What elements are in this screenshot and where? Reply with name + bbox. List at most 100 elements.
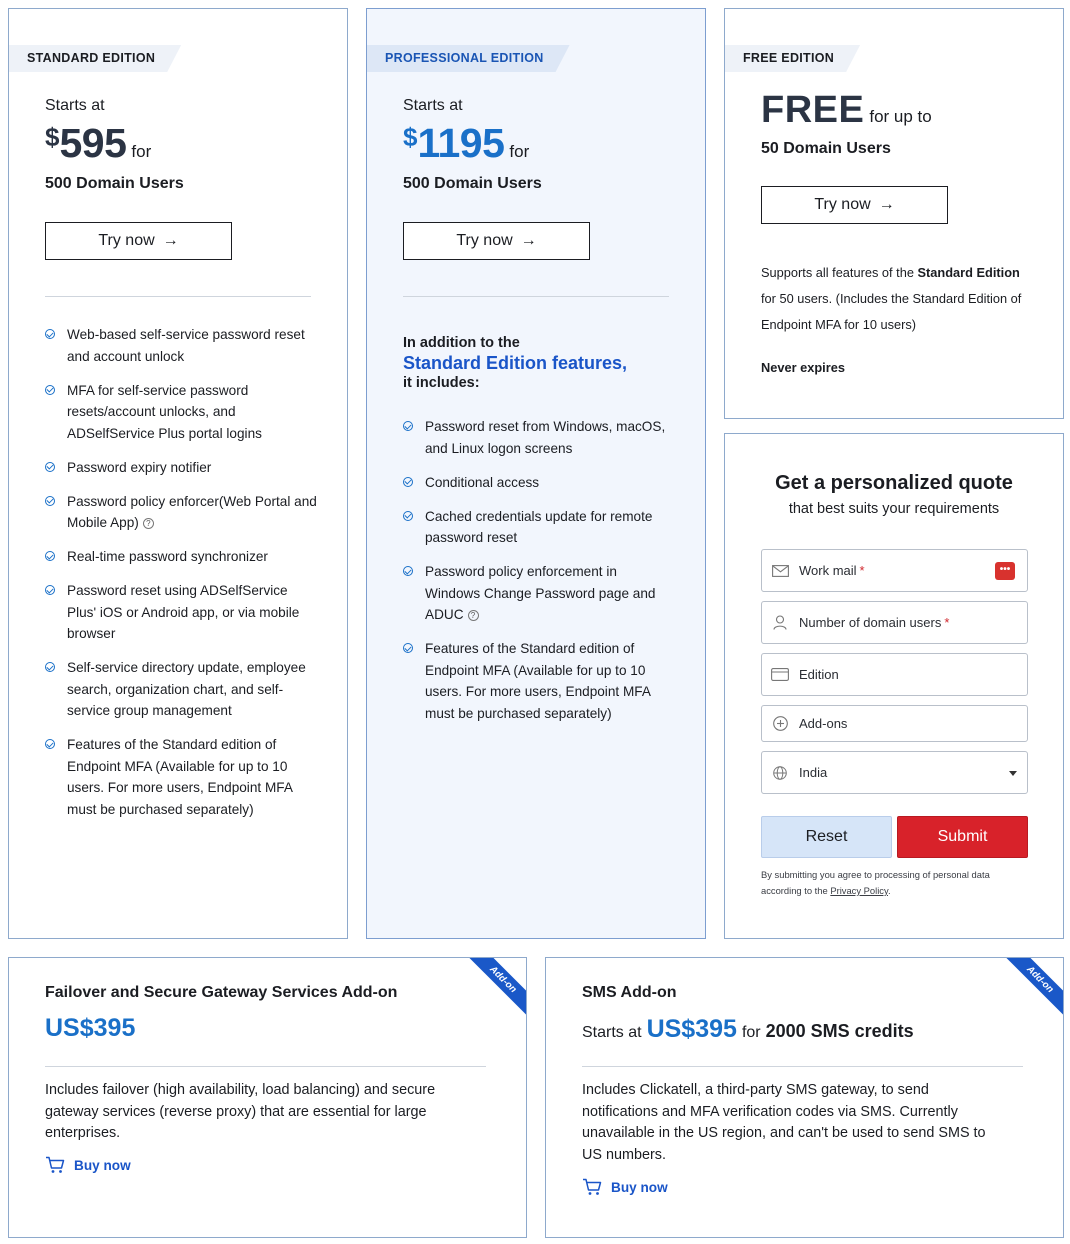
work-mail-field[interactable]: Work mail * ••• [761,549,1028,592]
edition-placeholder: Edition [799,667,839,682]
intro-line-3: it includes: [403,375,480,391]
intro-line-1: In addition to the [403,335,520,351]
price: $ 1195 for [403,120,529,167]
required-mark: * [944,615,950,630]
reset-button[interactable]: Reset [761,816,892,858]
domain-users-field[interactable]: Number of domain users * [761,601,1028,644]
feature-item: Password reset from Windows, macOS, and … [403,416,675,459]
check-circle-icon [403,643,413,653]
cart-icon [46,1156,65,1173]
feature-item: Features of the Standard edition of Endp… [45,734,317,820]
submit-button[interactable]: Submit [897,816,1028,858]
professional-edition-card: PROFESSIONAL EDITION Starts at $ 1195 fo… [366,8,706,939]
quote-form-card: Get a personalized quote that best suits… [724,433,1064,939]
quote-title: Get a personalized quote [775,472,1013,494]
feature-item: Real-time password synchronizer [45,546,317,568]
edition-ribbon: PROFESSIONAL EDITION [367,45,570,72]
check-circle-icon [45,739,55,749]
try-now-button[interactable]: Try now → [403,222,590,260]
help-icon[interactable]: ? [467,610,479,621]
domain-users-placeholder: Number of domain users [799,615,942,630]
addon-price: US$395 [45,1014,136,1042]
feature-item: Password expiry notifier [45,457,317,479]
work-mail-placeholder: Work mail [799,563,857,578]
check-circle-icon [45,662,55,672]
addon-title: Failover and Secure Gateway Services Add… [45,984,398,1001]
addon-price: US$395 [646,1015,737,1043]
feature-item: MFA for self-service password resets/acc… [45,380,317,445]
feature-list: Web-based self-service password reset an… [45,324,317,833]
quote-subtitle: that best suits your requirements [788,501,1000,517]
help-icon[interactable]: ? [142,518,154,529]
consent-text: By submitting you agree to processing of… [761,869,990,896]
try-now-button[interactable]: Try now → [761,186,948,224]
try-now-label: Try now [814,196,871,213]
starts-at-label: Starts at [45,97,105,114]
divider [45,1066,486,1067]
check-circle-icon [45,585,55,595]
standard-edition-card: STANDARD EDITION Starts at $ 595 for 500… [8,8,348,939]
edition-ribbon: STANDARD EDITION [9,45,181,72]
privacy-policy-link[interactable]: Privacy Policy [830,885,888,896]
feature-item: Password policy enforcement in Windows C… [403,561,675,626]
pro-intro: In addition to the Standard Edition feat… [403,335,627,391]
feature-item: Features of the Standard edition of Endp… [403,638,675,724]
country-select[interactable]: India [761,751,1028,794]
addons-select[interactable]: Add-ons [761,705,1028,742]
feature-item: Conditional access [403,472,675,494]
plus-circle-icon [770,714,790,734]
check-circle-icon [45,495,55,506]
sms-credits: 2000 SMS credits [765,1021,914,1041]
feature-item: Web-based self-service password reset an… [45,324,317,367]
buy-now-link[interactable]: Buy now [45,1156,131,1174]
check-circle-icon [45,551,55,561]
feature-item: Password policy enforcer(Web Portal and … [45,491,317,534]
cart-icon [583,1178,602,1195]
check-circle-icon [403,566,413,576]
addons-placeholder: Add-ons [799,716,848,731]
try-now-label: Try now [98,232,155,249]
password-manager-icon[interactable]: ••• [995,561,1015,580]
price-for: for [131,142,152,161]
price-amount: 1195 [417,120,505,166]
check-circle-icon [45,329,55,339]
user-icon [770,613,790,633]
required-mark: * [859,563,865,578]
addon-corner-label: Add-on [1005,958,1063,1016]
addon-description: Includes Clickatell, a third-party SMS g… [582,1082,986,1163]
edition-select[interactable]: Edition [761,653,1028,696]
feature-list: Password reset from Windows, macOS, and … [403,416,675,737]
buy-now-link[interactable]: Buy now [582,1178,668,1196]
divider [403,296,669,297]
domain-users: 500 Domain Users [403,175,542,192]
try-now-button[interactable]: Try now → [45,222,232,260]
check-circle-icon [45,461,55,472]
sms-addon-card: Add-on SMS Add-on Starts at US$395 for 2… [545,957,1064,1238]
country-value: India [799,765,828,780]
addon-title: SMS Add-on [582,984,677,1001]
globe-icon [770,763,790,783]
addon-corner-label: Add-on [468,958,526,1016]
price-for: for [509,142,530,161]
chevron-down-icon [1009,770,1017,776]
domain-users: 500 Domain Users [45,175,184,192]
arrow-right-icon: → [162,232,179,249]
check-circle-icon [403,421,413,431]
free-word: FREE [761,89,865,131]
edition-ribbon: FREE EDITION [725,45,860,72]
try-now-label: Try now [456,232,513,249]
feature-item: Self-service directory update, employee … [45,657,317,722]
buy-now-label: Buy now [74,1157,131,1173]
check-circle-icon [45,384,55,395]
arrow-right-icon: → [878,196,895,213]
addon-corner-ribbon: Add-on [468,958,526,1016]
price: $ 595 for [45,120,151,167]
free-description: Supports all features of the Standard Ed… [761,265,1022,332]
addon-description: Includes failover (high availability, lo… [45,1082,436,1142]
never-expires: Never expires [761,360,845,375]
intro-standard-features-link[interactable]: Standard Edition features, [403,353,627,374]
card-icon [770,665,790,685]
starts-at-label: Starts at [403,97,463,114]
feature-item: Cached credentials update for remote pas… [403,506,675,549]
free-price: FREE for up to [761,89,932,132]
